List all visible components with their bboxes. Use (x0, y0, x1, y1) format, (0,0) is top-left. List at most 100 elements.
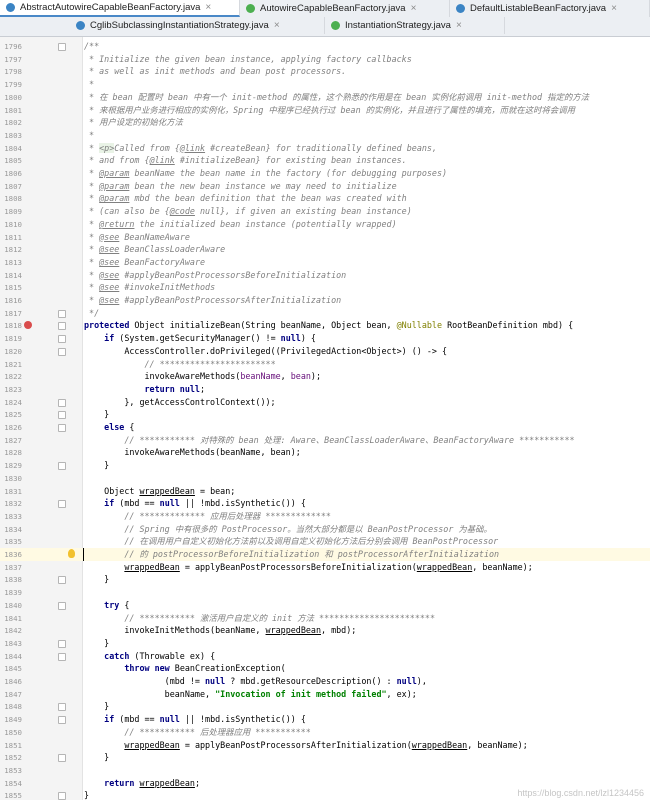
close-icon[interactable]: × (456, 20, 462, 31)
fold-toggle-icon[interactable] (58, 754, 66, 763)
code-line[interactable]: 1810 * @return the initialized bean inst… (0, 218, 650, 231)
close-icon[interactable]: × (411, 3, 417, 14)
code-line[interactable]: 1799 * (0, 78, 650, 91)
line-number: 1824 (4, 397, 22, 407)
code-line[interactable]: 1803 * (0, 129, 650, 142)
code-line[interactable]: 1844 catch (Throwable ex) { (0, 650, 650, 663)
code-line[interactable]: 1818 protected Object initializeBean(Stri… (0, 319, 650, 332)
code-line[interactable]: 1832 if (mbd == null || !mbd.isSynthetic… (0, 497, 650, 510)
code-line[interactable]: 1802 * 用户设定的初始化方法 (0, 116, 650, 129)
fold-toggle-icon[interactable] (58, 500, 66, 509)
code-line[interactable]: 1847 beanName, "Invocation of init metho… (0, 688, 650, 701)
fold-toggle-icon[interactable] (58, 601, 66, 610)
code-line[interactable]: 1828 invokeAwareMethods(beanName, bean); (0, 446, 650, 459)
close-icon[interactable]: × (274, 20, 280, 31)
line-number: 1810 (4, 219, 22, 229)
fold-toggle-icon[interactable] (58, 322, 66, 331)
fold-toggle-icon[interactable] (58, 43, 66, 51)
code-line[interactable]: 1797 * Initialize the given bean instanc… (0, 53, 650, 66)
fold-toggle-icon[interactable] (58, 411, 66, 420)
code-line[interactable]: 1800 * 在 bean 配置时 bean 中有一个 init-method … (0, 91, 650, 104)
code-line[interactable]: 1849 if (mbd == null || !mbd.isSynthetic… (0, 713, 650, 726)
code-line[interactable]: 1845 throw new BeanCreationException( (0, 662, 650, 675)
fold-toggle-icon[interactable] (58, 309, 66, 318)
fold-toggle-icon[interactable] (58, 424, 66, 432)
code-line[interactable]: 1853 (0, 764, 650, 777)
code-line[interactable]: 1825 } (0, 408, 650, 421)
code-line[interactable]: 1816 * @see #applyBeanPostProcessorsAfte… (0, 294, 650, 307)
fold-toggle-icon[interactable] (58, 652, 66, 661)
code-line[interactable]: 1826 else { (0, 421, 650, 434)
code-token: bean (290, 371, 311, 382)
code-line[interactable]: 1824 }, getAccessControlContext()); (0, 396, 650, 409)
editor-tab[interactable]: DefaultListableBeanFactory.java × (450, 0, 650, 17)
editor-tab[interactable]: AbstractAutowireCapableBeanFactory.java × (0, 0, 240, 17)
fold-toggle-icon[interactable] (58, 335, 66, 344)
code-line[interactable]: 1812 * @see BeanClassLoaderAware (0, 243, 650, 256)
code-line[interactable]: 1814 * @see #applyBeanPostProcessorsBefo… (0, 269, 650, 282)
code-line[interactable]: 1831 Object wrappedBean = bean; (0, 485, 650, 498)
code-line[interactable]: 1819 if (System.getSecurityManager() != … (0, 332, 650, 345)
code-line[interactable]: 1838 } (0, 573, 650, 586)
code-token: || !mbd.isSynthetic()) { (179, 498, 306, 509)
code-line[interactable]: 1834 // Spring 中有很多的 PostProcessor。当然大部分… (0, 523, 650, 536)
code-text: * @see BeanClassLoaderAware (84, 243, 225, 256)
code-line[interactable]: 1796 /** (0, 40, 650, 53)
code-line[interactable]: 1829 } (0, 459, 650, 472)
editor-tab[interactable]: AutowireCapableBeanFactory.java × (240, 0, 450, 17)
code-line[interactable]: 1822 invokeAwareMethods(beanName, bean); (0, 370, 650, 383)
code-line[interactable]: 1807 * @param bean the new bean instance… (0, 180, 650, 193)
fold-toggle-icon[interactable] (58, 576, 66, 585)
code-text: * @see #invokeInitMethods (84, 281, 215, 294)
code-line[interactable]: 1848 } (0, 700, 650, 713)
code-line[interactable]: 1815 * @see #invokeInitMethods (0, 281, 650, 294)
code-line[interactable]: 1827 // *********** 对特殊的 bean 处理: Aware、… (0, 434, 650, 447)
fold-toggle-icon[interactable] (58, 462, 66, 471)
code-line[interactable]: 1808 * @param mbd the bean definition th… (0, 192, 650, 205)
override-marker-icon[interactable] (24, 321, 32, 330)
code-line[interactable]: 1841 // *********** 激活用户自定义的 init 方法 ***… (0, 612, 650, 625)
code-line[interactable]: 1850 // *********** 后处理器应用 *********** (0, 726, 650, 739)
code-line[interactable]: 1836 // 的 postProcessorBeforeInitializat… (0, 548, 650, 561)
code-line[interactable]: 1842 invokeInitMethods(beanName, wrapped… (0, 624, 650, 637)
fold-toggle-icon[interactable] (58, 639, 66, 648)
code-line[interactable]: 1809 * (can also be {@code null}, if giv… (0, 205, 650, 218)
code-line[interactable]: 1804 * <p>Called from {@link #createBean… (0, 142, 650, 155)
code-line[interactable]: 1852 } (0, 751, 650, 764)
code-line[interactable]: 1817 */ (0, 307, 650, 320)
code-line[interactable]: 1839 (0, 586, 650, 599)
code-token: } (84, 752, 110, 763)
editor-tab[interactable]: InstantiationStrategy.java × (325, 17, 505, 34)
code-line[interactable]: 1851 wrappedBean = applyBeanPostProcesso… (0, 739, 650, 752)
code-line[interactable]: 1805 * and from {@link #initializeBean} … (0, 154, 650, 167)
fold-toggle-icon[interactable] (58, 347, 66, 356)
close-icon[interactable]: × (205, 2, 211, 13)
code-line[interactable]: 1835 // 在调用用户自定义初始化方法前以及调用自定义初始化方法后分别会调用… (0, 535, 650, 548)
code-line[interactable]: 1830 (0, 472, 650, 485)
code-line[interactable]: 1811 * @see BeanNameAware (0, 231, 650, 244)
code-line[interactable]: 1833 // ************* 应用后处理器 ***********… (0, 510, 650, 523)
code-token: { (124, 422, 135, 432)
code-line[interactable]: 1823 return null; (0, 383, 650, 396)
fold-toggle-icon[interactable] (58, 716, 66, 725)
editor-tab-bar: AbstractAutowireCapableBeanFactory.java ×… (0, 0, 650, 37)
code-line[interactable]: 1813 * @see BeanFactoryAware (0, 256, 650, 269)
code-token: * 在 bean 配置时 bean 中有一个 init-method 的属性，这… (84, 91, 589, 102)
close-icon[interactable]: × (611, 3, 617, 14)
fold-toggle-icon[interactable] (58, 398, 66, 407)
code-line[interactable]: 1801 * 来根据用户业务进行相应的实例化，Spring 中程序已经执行过 b… (0, 104, 650, 117)
code-line[interactable]: 1843 } (0, 637, 650, 650)
code-line[interactable]: 1821 // *********************** (0, 358, 650, 371)
code-token: null (159, 714, 180, 725)
editor-tab[interactable]: CglibSubclassingInstantiationStrategy.ja… (70, 17, 325, 34)
code-line[interactable]: 1798 * as well as init methods and bean … (0, 65, 650, 78)
fold-toggle-icon[interactable] (58, 703, 66, 712)
code-line[interactable]: 1840 try { (0, 599, 650, 612)
code-line[interactable]: 1846 (mbd != null ? mbd.getResourceDescr… (0, 675, 650, 688)
lightbulb-icon[interactable] (68, 549, 75, 558)
code-line[interactable]: 1820 AccessController.doPrivileged((Priv… (0, 345, 650, 358)
code-line[interactable]: 1837 wrappedBean = applyBeanPostProcesso… (0, 561, 650, 574)
code-line[interactable]: 1806 * @param beanName the bean name in … (0, 167, 650, 180)
code-editor[interactable]: 1796 /** 1797 * Initialize the given bean … (0, 37, 650, 800)
